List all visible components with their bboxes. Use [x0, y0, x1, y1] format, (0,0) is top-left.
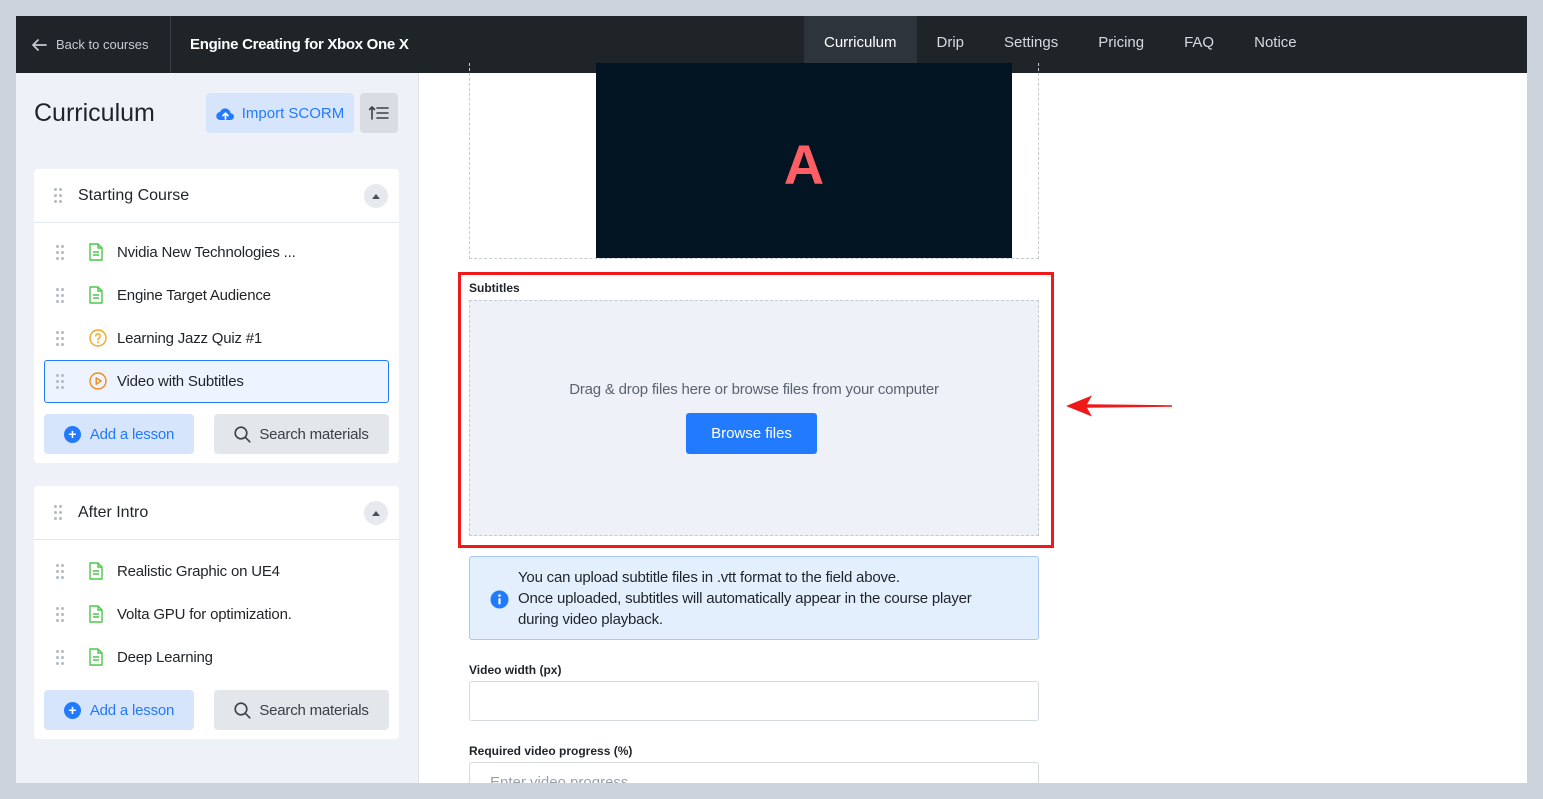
- document-icon: [89, 243, 103, 261]
- section-title: Starting Course: [78, 187, 190, 204]
- app-frame: Back to courses Engine Creating for Xbox…: [16, 16, 1527, 783]
- drag-handle-icon[interactable]: [56, 607, 64, 622]
- info-line: during video playback.: [518, 611, 663, 628]
- section-starting-course: Starting Course Nvidia New Technologies …: [34, 169, 399, 463]
- video-width-input[interactable]: [469, 681, 1039, 721]
- drag-handle-icon[interactable]: [56, 331, 64, 346]
- search-icon: [234, 701, 251, 719]
- lesson-item[interactable]: Volta GPU for optimization.: [44, 593, 389, 636]
- video-width-label: Video width (px): [469, 663, 562, 677]
- section-actions: + Add a lesson Search materials: [34, 679, 399, 739]
- collapse-section-button[interactable]: [364, 184, 388, 208]
- tab-faq[interactable]: FAQ: [1164, 16, 1234, 73]
- lesson-title: Video with Subtitles: [117, 373, 244, 390]
- drag-handle-icon[interactable]: [56, 245, 64, 260]
- lesson-item[interactable]: Realistic Graphic on UE4: [44, 550, 389, 593]
- info-icon: [490, 590, 509, 609]
- video-thumbnail-letter: A: [783, 133, 825, 196]
- section-header[interactable]: Starting Course: [34, 169, 399, 223]
- section-actions: + Add a lesson Search materials: [34, 403, 399, 463]
- caret-up-icon: [372, 510, 380, 516]
- section-after-intro: After Intro Realistic Graphic on UE4 Vol…: [34, 486, 399, 739]
- cloud-upload-icon: [215, 107, 234, 120]
- lesson-item[interactable]: Learning Jazz Quiz #1: [44, 317, 389, 360]
- search-icon: [234, 425, 251, 443]
- import-scorm-label: Import SCORM: [241, 104, 345, 122]
- lesson-title: Engine Target Audience: [117, 287, 271, 304]
- lesson-item[interactable]: Deep Learning: [44, 636, 389, 679]
- document-icon: [89, 648, 103, 666]
- video-preview-box: A: [469, 63, 1039, 259]
- search-materials-button[interactable]: Search materials: [214, 414, 389, 454]
- caret-up-icon: [372, 193, 380, 199]
- drag-handle-icon[interactable]: [56, 564, 64, 579]
- add-lesson-label: Add a lesson: [89, 425, 175, 443]
- course-title: Engine Creating for Xbox One X: [190, 36, 409, 53]
- lesson-title: Learning Jazz Quiz #1: [117, 330, 263, 347]
- drag-handle-icon[interactable]: [56, 288, 64, 303]
- import-scorm-button[interactable]: Import SCORM: [206, 93, 354, 133]
- video-thumbnail[interactable]: A: [596, 63, 1012, 258]
- plus-circle-icon: +: [63, 425, 81, 443]
- add-lesson-button[interactable]: + Add a lesson: [44, 690, 194, 730]
- plus-circle-icon: +: [63, 701, 81, 719]
- lesson-title: Deep Learning: [117, 649, 213, 666]
- lesson-item[interactable]: Engine Target Audience: [44, 274, 389, 317]
- curriculum-sidebar: Curriculum Import SCORM Starting Course …: [16, 73, 419, 783]
- search-materials-label: Search materials: [259, 701, 369, 719]
- document-icon: [89, 286, 103, 304]
- search-materials-label: Search materials: [259, 425, 369, 443]
- required-progress-label: Required video progress (%): [469, 744, 633, 758]
- lesson-item[interactable]: Nvidia New Technologies ...: [44, 231, 389, 274]
- arrow-left-icon: [32, 38, 47, 51]
- tab-notice[interactable]: Notice: [1234, 16, 1317, 73]
- quiz-icon: [89, 329, 107, 347]
- annotation-arrow-icon: [1066, 395, 1172, 417]
- tab-pricing[interactable]: Pricing: [1078, 16, 1164, 73]
- drag-handle-icon[interactable]: [56, 374, 64, 389]
- info-line: Once uploaded, subtitles will automatica…: [518, 590, 972, 607]
- search-materials-button[interactable]: Search materials: [214, 690, 389, 730]
- video-icon: [89, 372, 107, 390]
- back-label: Back to courses: [56, 37, 149, 52]
- lesson-title: Nvidia New Technologies ...: [117, 244, 296, 261]
- document-icon: [89, 605, 103, 623]
- section-header[interactable]: After Intro: [34, 486, 399, 540]
- drag-handle-icon[interactable]: [54, 188, 62, 203]
- lesson-title: Volta GPU for optimization.: [117, 606, 292, 623]
- subtitles-label: Subtitles: [469, 281, 520, 295]
- section-title: After Intro: [78, 504, 149, 521]
- add-lesson-label: Add a lesson: [89, 701, 175, 719]
- document-icon: [89, 562, 103, 580]
- lesson-item-active[interactable]: Video with Subtitles: [44, 360, 389, 403]
- sort-sections-button[interactable]: [360, 93, 398, 133]
- sidebar-title: Curriculum: [34, 99, 155, 127]
- subtitles-info-notice: You can upload subtitle files in .vtt fo…: [469, 556, 1039, 640]
- required-progress-input[interactable]: [469, 762, 1039, 783]
- add-lesson-button[interactable]: + Add a lesson: [44, 414, 194, 454]
- info-text: You can upload subtitle files in .vtt fo…: [518, 567, 972, 630]
- browse-files-button[interactable]: Browse files: [686, 413, 817, 454]
- subtitles-dropzone[interactable]: Drag & drop files here or browse files f…: [469, 300, 1039, 536]
- info-line: You can upload subtitle files in .vtt fo…: [518, 569, 900, 586]
- lesson-title: Realistic Graphic on UE4: [117, 563, 280, 580]
- divider: [170, 16, 171, 73]
- collapse-section-button[interactable]: [364, 501, 388, 525]
- back-to-courses-link[interactable]: Back to courses: [32, 16, 149, 73]
- drag-handle-icon[interactable]: [54, 505, 62, 520]
- dropzone-text: Drag & drop files here or browse files f…: [569, 381, 939, 398]
- lesson-editor: A Subtitles Drag & drop files here or br…: [420, 63, 1527, 783]
- drag-handle-icon[interactable]: [56, 650, 64, 665]
- sort-list-icon: [369, 106, 389, 120]
